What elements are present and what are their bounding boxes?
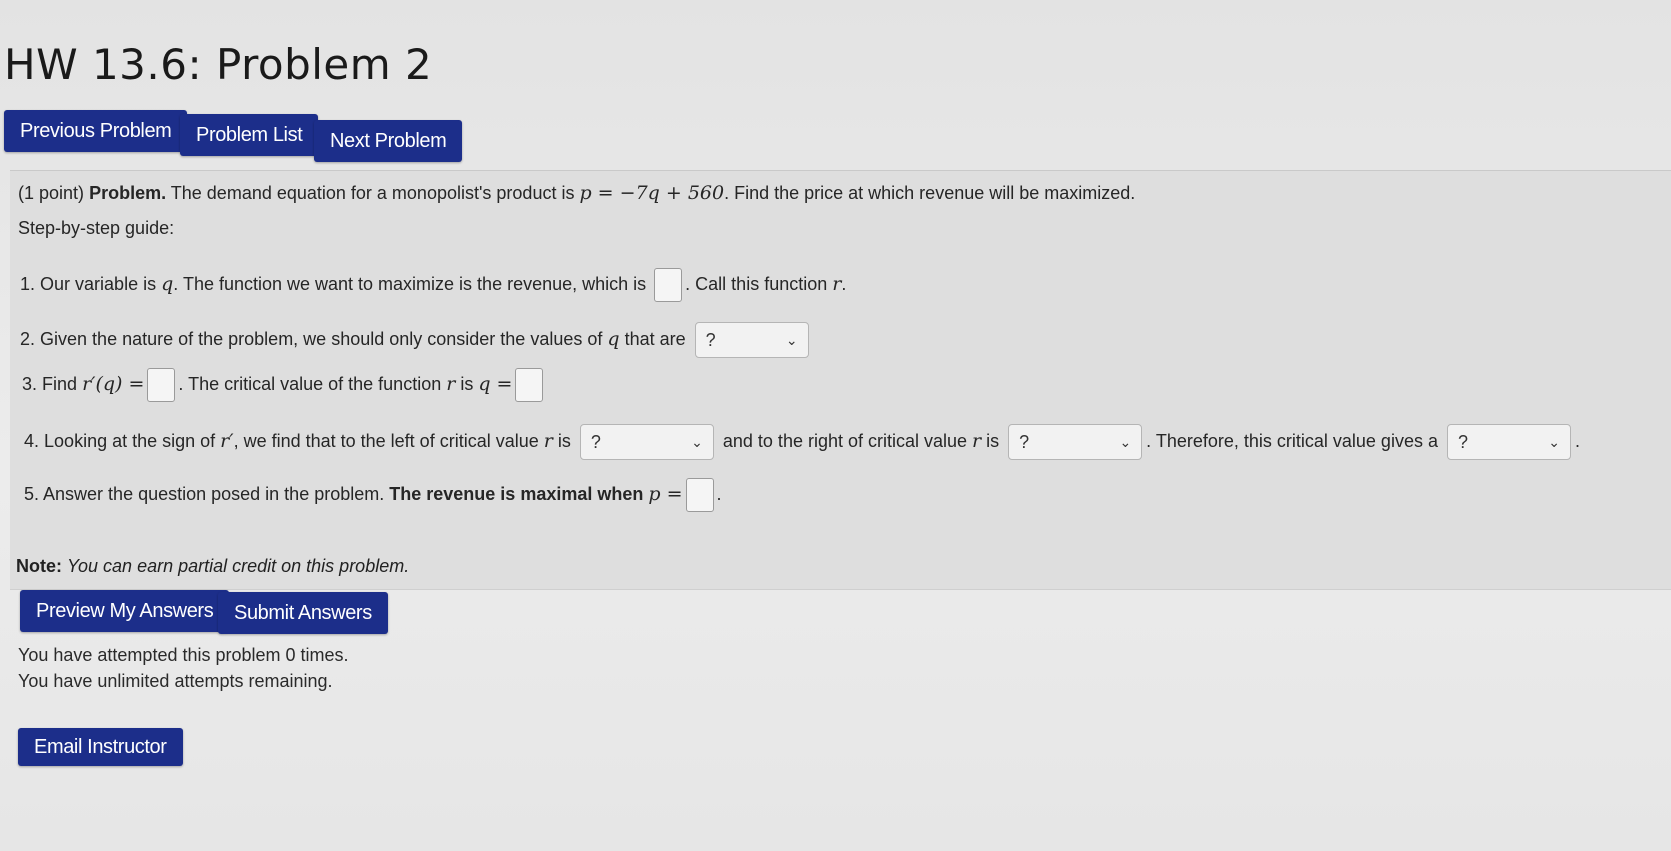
problem-list-button[interactable]: Problem List: [180, 114, 319, 156]
step-text-bold: The revenue is maximal when: [389, 483, 644, 504]
step-text: . The critical value of the function: [178, 373, 442, 394]
derivative-r-prime: r′: [220, 429, 234, 452]
attempts-count: You have attempted this problem 0 times.: [18, 645, 349, 665]
step-text: Given the nature of the problem, we shou…: [40, 328, 603, 349]
problem-statement: (1 point) Problem. The demand equation f…: [18, 182, 1135, 204]
function-r: r: [543, 429, 553, 452]
page: HW 13.6: Problem 2 Previous Problem Prob…: [0, 0, 1671, 851]
step-text: . Call this function: [685, 273, 828, 294]
right-behavior-select[interactable]: ? ⌄: [1008, 424, 1143, 460]
select-value: ?: [1019, 432, 1030, 452]
attempts-remaining: You have unlimited attempts remaining.: [18, 671, 333, 691]
step-text: .: [841, 273, 847, 294]
chevron-down-icon: ⌄: [785, 332, 798, 348]
derivative-answer-box[interactable]: [147, 368, 176, 402]
derivative-label: r′(q) =: [82, 372, 145, 395]
left-behavior-select[interactable]: ? ⌄: [579, 424, 714, 460]
step-text: , we find that to the left of critical v…: [233, 430, 539, 451]
note-text: You can earn partial credit on this prob…: [67, 556, 410, 576]
select-value: ?: [705, 330, 716, 350]
step-number: 1.: [20, 273, 36, 294]
previous-problem-button[interactable]: Previous Problem: [4, 110, 188, 152]
note-label: Note:: [16, 556, 62, 576]
step-text: that are: [624, 328, 686, 349]
step-number: 4.: [24, 430, 40, 451]
chevron-down-icon: ⌄: [1119, 434, 1132, 450]
step-number: 5.: [24, 483, 40, 504]
email-instructor-button[interactable]: Email Instructor: [18, 728, 183, 766]
price-answer-box[interactable]: [685, 478, 714, 512]
step-text: Answer the question posed in the problem…: [43, 483, 385, 504]
chevron-down-icon: ⌄: [691, 434, 703, 450]
step-text: . The function we want to maximize is th…: [173, 273, 647, 294]
demand-equation: p = −7q + 560: [579, 182, 725, 204]
step-text: and to the right of critical value: [722, 430, 968, 451]
revenue-answer-box[interactable]: [654, 268, 683, 302]
problem-label: Problem.: [89, 183, 167, 203]
select-value: ?: [1457, 432, 1468, 452]
critical-value-answer-box[interactable]: [515, 368, 544, 402]
step-number: 2.: [20, 328, 36, 349]
next-problem-button[interactable]: Next Problem: [314, 120, 463, 162]
problem-text: The demand equation for a monopolist's p…: [170, 183, 575, 203]
critical-q-label: q =: [478, 372, 513, 395]
extremum-type-select[interactable]: ? ⌄: [1446, 424, 1571, 460]
page-title: HW 13.6: Problem 2: [4, 40, 433, 89]
q-values-select[interactable]: ? ⌄: [694, 322, 809, 358]
step-5: 5. Answer the question posed in the prob…: [24, 478, 722, 512]
step-text: is: [986, 430, 1000, 451]
step-text: Looking at the sign of: [44, 430, 216, 451]
submit-answers-button[interactable]: Submit Answers: [218, 592, 388, 634]
variable-q: q: [607, 327, 620, 350]
attempts-info: You have attempted this problem 0 times.…: [18, 642, 349, 694]
step-text: .: [1574, 430, 1580, 451]
step-text: . Therefore, this critical value gives a: [1146, 430, 1438, 451]
guide-heading: Step-by-step guide:: [18, 218, 175, 238]
price-label: p =: [648, 482, 683, 505]
problem-text-end: . Find the price at which revenue will b…: [724, 183, 1136, 203]
step-4: 4. Looking at the sign of r′, we find th…: [24, 424, 1580, 460]
select-value: ?: [590, 432, 601, 452]
function-r: r: [832, 272, 842, 295]
step-text: .: [716, 483, 722, 504]
chevron-down-icon: ⌄: [1548, 434, 1560, 450]
variable-q: q: [161, 272, 174, 295]
partial-credit-note: Note: You can earn partial credit on thi…: [16, 556, 409, 577]
function-r: r: [446, 372, 456, 395]
step-text: is: [460, 373, 474, 394]
function-r: r: [972, 429, 982, 452]
step-3: 3. Find r′(q) = . The critical value of t…: [22, 368, 546, 402]
points-label: (1 point): [18, 183, 85, 203]
step-number: 3.: [22, 373, 38, 394]
step-text: is: [557, 430, 571, 451]
preview-answers-button[interactable]: Preview My Answers: [20, 590, 230, 632]
step-text: Find: [42, 373, 78, 394]
step-2: 2. Given the nature of the problem, we s…: [20, 322, 813, 358]
step-1: 1. Our variable is q. The function we wa…: [20, 268, 846, 302]
step-text: Our variable is: [40, 273, 157, 294]
